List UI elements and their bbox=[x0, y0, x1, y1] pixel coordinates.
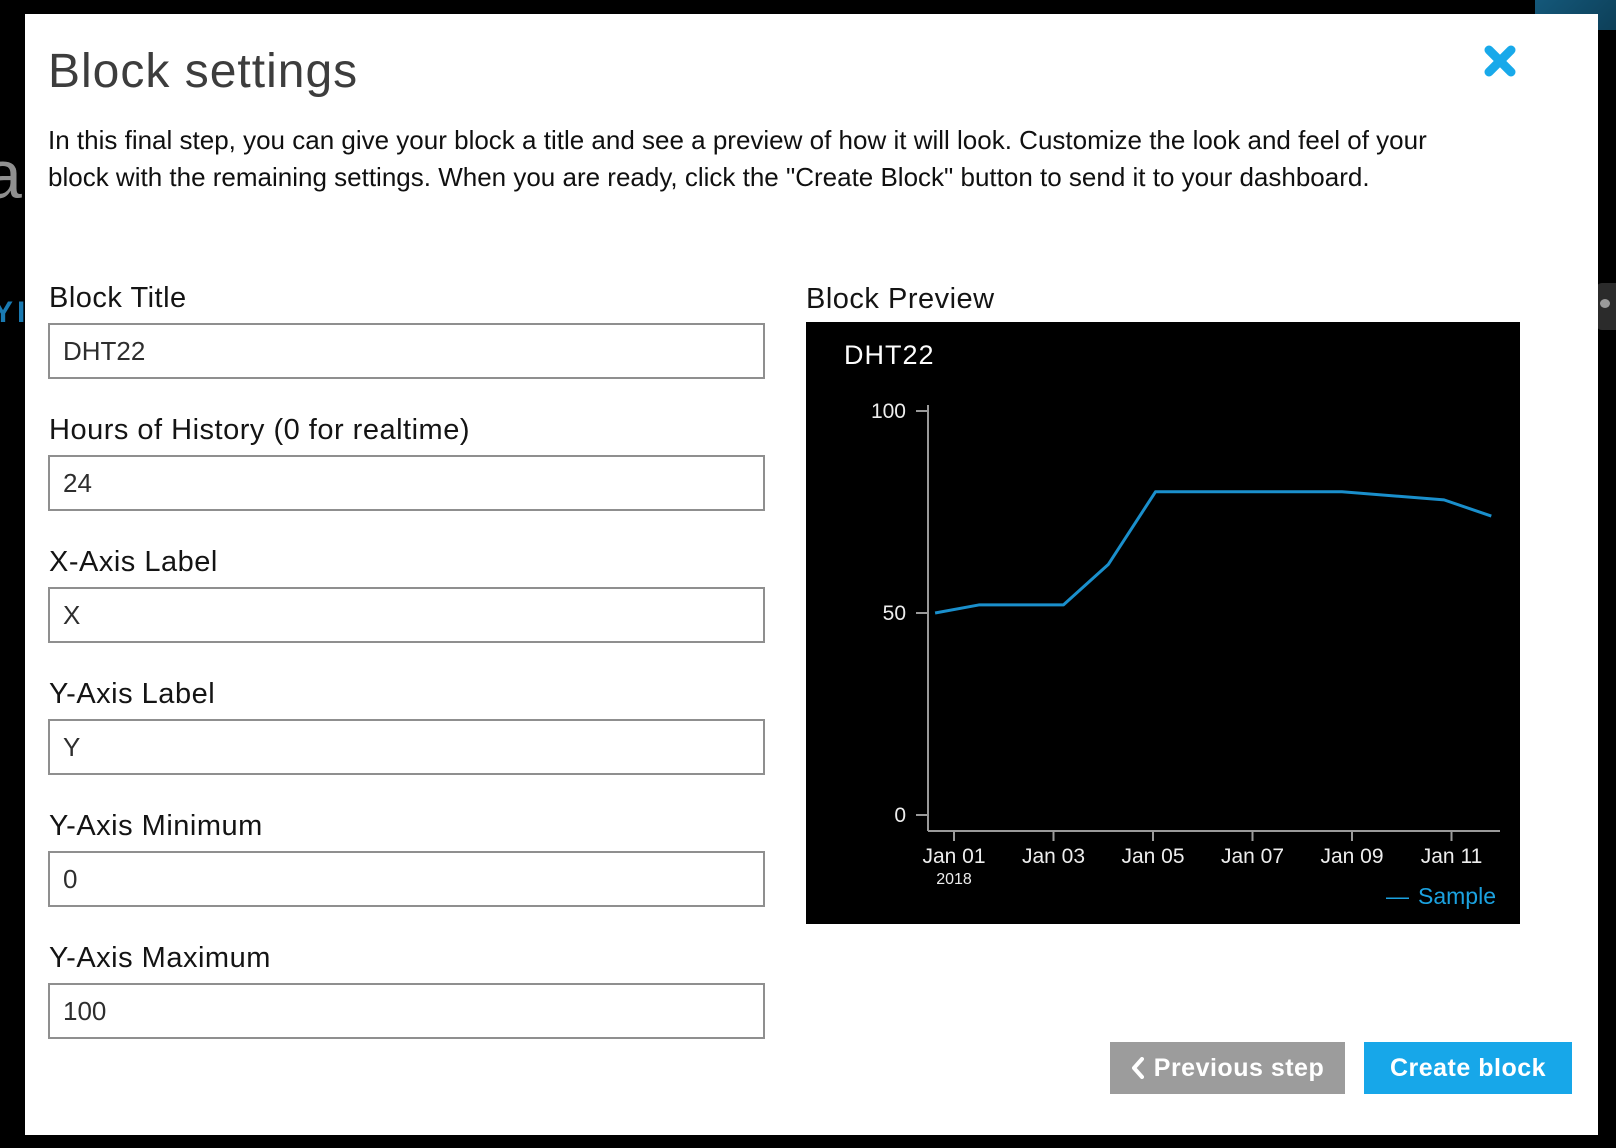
svg-text:Jan 09: Jan 09 bbox=[1320, 845, 1383, 868]
background-scroll-handle bbox=[1596, 283, 1616, 330]
background-left-strip: a YI bbox=[0, 0, 25, 1148]
y-axis-min-label: Y-Axis Minimum bbox=[49, 811, 765, 841]
close-icon bbox=[1483, 44, 1517, 78]
previous-step-label: Previous step bbox=[1154, 1054, 1324, 1083]
block-settings-modal: Block settings In this final step, you c… bbox=[25, 14, 1598, 1135]
block-title-label: Block Title bbox=[49, 283, 765, 313]
svg-text:2018: 2018 bbox=[936, 871, 972, 888]
hours-history-label: Hours of History (0 for realtime) bbox=[49, 415, 765, 445]
background-blue-fragment: YI bbox=[0, 296, 25, 330]
hours-history-input[interactable] bbox=[48, 455, 765, 511]
background-letter-fragment: a bbox=[0, 136, 22, 214]
close-button[interactable] bbox=[1483, 44, 1521, 82]
preview-chart-svg: Jan 01 Jan 03 Jan 05 Jan 07 Jan 09 Jan 11 2018… bbox=[806, 322, 1520, 924]
screen: a YI Block settings In this final step, … bbox=[0, 0, 1616, 1148]
block-preview-chart: Jan 01 Jan 03 Jan 05 Jan 07 Jan 09 Jan 11 2018… bbox=[806, 322, 1520, 924]
preview-label: Block Preview bbox=[806, 283, 995, 316]
svg-text:0: 0 bbox=[894, 804, 906, 827]
y-axis-label-label: Y-Axis Label bbox=[49, 679, 765, 709]
block-title-input[interactable] bbox=[48, 323, 765, 379]
settings-form: Block Title Hours of History (0 for real… bbox=[48, 283, 765, 1075]
y-axis-min-input[interactable] bbox=[48, 851, 765, 907]
legend-line-icon: — bbox=[1386, 883, 1409, 909]
svg-text:Jan 07: Jan 07 bbox=[1221, 845, 1284, 868]
create-block-button[interactable]: Create block bbox=[1364, 1042, 1572, 1094]
page-title: Block settings bbox=[48, 44, 358, 99]
legend-series-name: Sample bbox=[1418, 883, 1496, 909]
create-block-label: Create block bbox=[1390, 1054, 1546, 1083]
scroll-dot-icon bbox=[1600, 299, 1610, 308]
y-axis-label-input[interactable] bbox=[48, 719, 765, 775]
modal-description: In this final step, you can give your bl… bbox=[48, 122, 1484, 196]
previous-step-button[interactable]: Previous step bbox=[1110, 1042, 1345, 1094]
chevron-left-icon bbox=[1131, 1057, 1144, 1079]
y-axis-max-input[interactable] bbox=[48, 983, 765, 1039]
chart-title: DHT22 bbox=[844, 340, 935, 371]
svg-text:Jan 03: Jan 03 bbox=[1022, 845, 1085, 868]
svg-text:Jan 05: Jan 05 bbox=[1121, 845, 1184, 868]
y-axis-max-label: Y-Axis Maximum bbox=[49, 943, 765, 973]
svg-text:Jan 01: Jan 01 bbox=[922, 845, 985, 868]
svg-text:100: 100 bbox=[871, 400, 906, 423]
x-axis-label-label: X-Axis Label bbox=[49, 547, 765, 577]
chart-legend: — Sample bbox=[1386, 883, 1496, 910]
svg-text:50: 50 bbox=[883, 602, 906, 625]
x-axis-label-input[interactable] bbox=[48, 587, 765, 643]
svg-text:Jan 11: Jan 11 bbox=[1421, 845, 1483, 868]
